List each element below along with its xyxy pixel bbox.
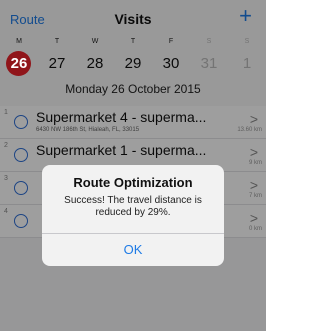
visits-screen: Route Visits + M T W T F S S 26 27 28 29… xyxy=(0,0,266,331)
route-optimization-alert: Route Optimization Success! The travel d… xyxy=(42,165,224,266)
date-label: 26 xyxy=(10,55,28,72)
ok-button[interactable]: OK xyxy=(42,234,224,266)
alert-title: Route Optimization xyxy=(73,175,193,190)
alert-message: Success! The travel distance is reduced … xyxy=(64,195,202,218)
